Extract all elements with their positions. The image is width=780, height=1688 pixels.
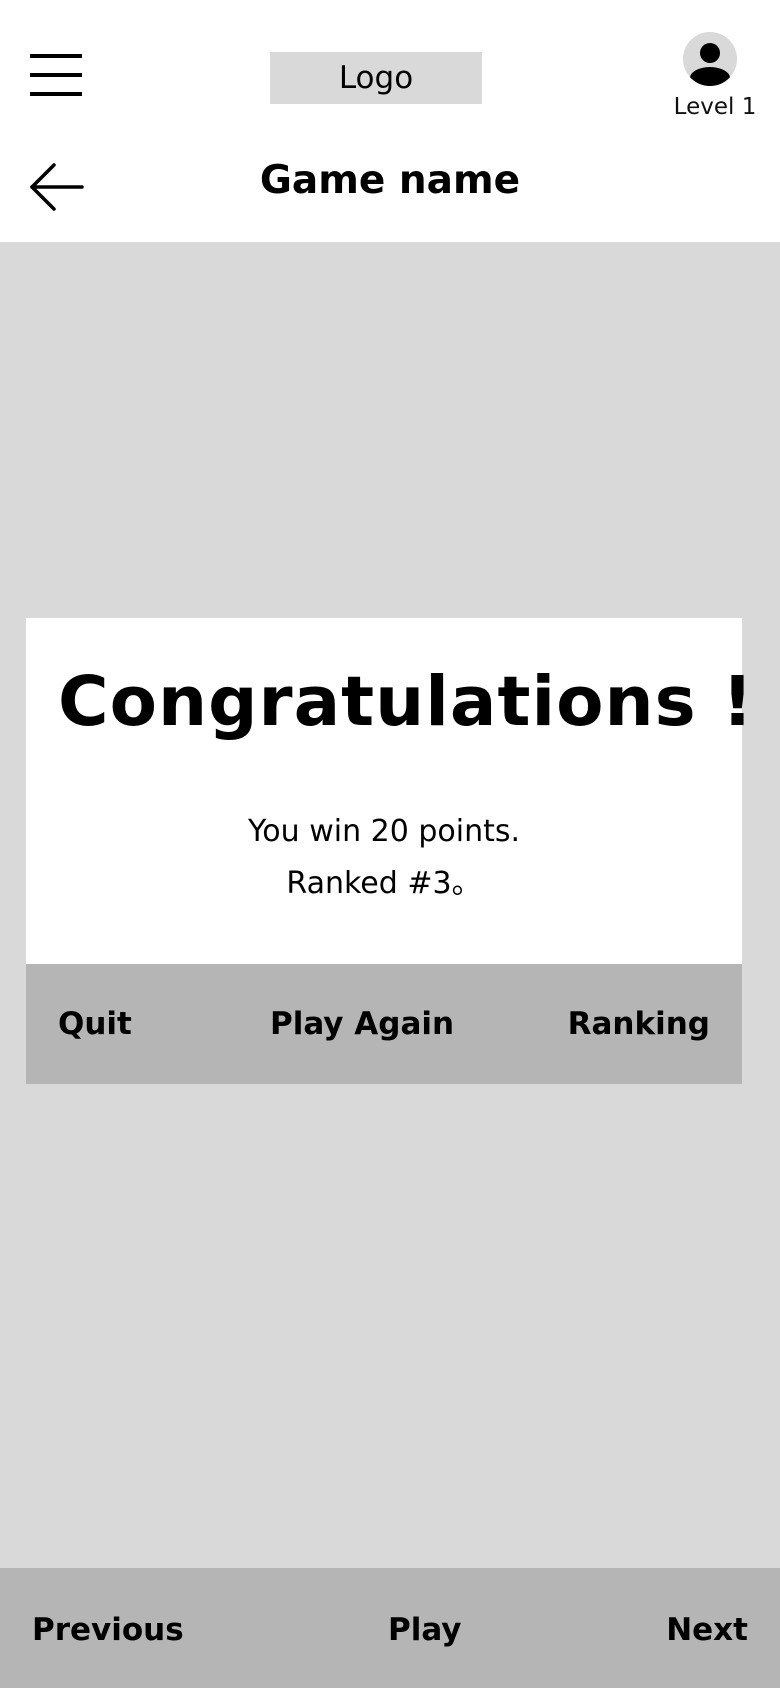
bottom-navigation: Previous Play Next bbox=[0, 1568, 780, 1688]
result-title: Congratulations ! bbox=[58, 662, 755, 742]
play-button[interactable]: Play bbox=[388, 1612, 462, 1648]
page-title: Game name bbox=[259, 158, 521, 203]
menu-line bbox=[30, 92, 82, 96]
rank-text: Ranked #3。 bbox=[286, 866, 482, 901]
app-header: Logo Level 1 Game name bbox=[0, 0, 780, 242]
quit-button[interactable]: Quit bbox=[58, 1006, 132, 1042]
user-level: Level 1 bbox=[673, 94, 757, 120]
points-text: You win 20 points. bbox=[247, 814, 521, 849]
previous-button[interactable]: Previous bbox=[32, 1612, 184, 1648]
next-button[interactable]: Next bbox=[666, 1612, 748, 1648]
user-avatar-icon bbox=[683, 32, 737, 86]
play-again-button[interactable]: Play Again bbox=[270, 1006, 454, 1042]
result-actions-bar: Quit Play Again Ranking bbox=[26, 964, 742, 1084]
hamburger-menu-icon[interactable] bbox=[30, 52, 82, 98]
result-dialog: Congratulations ! You win 20 points. Ran… bbox=[26, 618, 755, 964]
logo-text: Logo bbox=[338, 60, 414, 96]
logo: Logo bbox=[270, 52, 482, 104]
profile-button[interactable]: Level 1 bbox=[665, 30, 765, 130]
ranking-button[interactable]: Ranking bbox=[568, 1006, 710, 1042]
menu-line bbox=[30, 54, 82, 58]
arrow-left-icon[interactable] bbox=[30, 162, 84, 212]
game-result-screen: Logo Level 1 Game name Congratulations !… bbox=[0, 0, 780, 1688]
menu-line bbox=[30, 73, 82, 77]
